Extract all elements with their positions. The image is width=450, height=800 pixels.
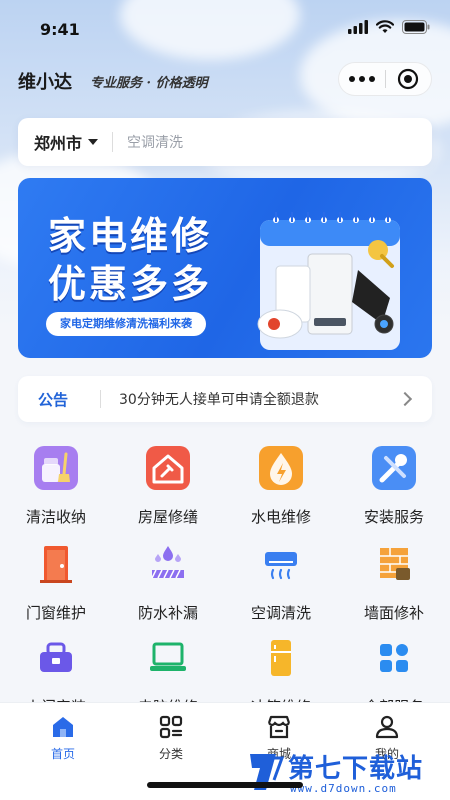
search-bar: 郑州市 空调清洗 (18, 118, 432, 166)
service-label: 防水补漏 (137, 604, 198, 622)
battery-icon (402, 20, 430, 34)
search-input[interactable]: 空调清洗 (127, 132, 183, 152)
profile-icon (375, 715, 399, 739)
banner-title-line2: 优惠多多 (48, 262, 213, 306)
close-miniprogram-button[interactable] (385, 68, 431, 90)
service-label: 墙面修补 (363, 604, 424, 622)
service-item-wall-repair[interactable]: 墙面修补 (338, 536, 450, 626)
computer-icon (150, 642, 186, 671)
status-bar: 9:41 (0, 0, 450, 56)
wifi-icon (376, 20, 394, 33)
air-conditioner-icon (265, 552, 297, 580)
service-item-door[interactable]: 门窗维护 (0, 536, 112, 626)
door-icon (40, 546, 72, 583)
tab-label: 分类 (158, 747, 183, 761)
service-item-waterproof[interactable]: 防水补漏 (112, 536, 224, 626)
service-label: 空调清洗 (250, 604, 311, 622)
status-icons (348, 20, 430, 34)
watermark-name: 第七下载站 (288, 754, 424, 784)
site-watermark: 第七下载站 www.d7down.com (244, 746, 444, 798)
announcement-bar[interactable]: 公告 30分钟无人接单可申请全额退款 (18, 376, 432, 422)
city-name: 郑州市 (34, 134, 83, 153)
announcement-tag: 公告 (38, 390, 69, 409)
status-time: 9:41 (40, 20, 80, 39)
service-item-house-repair[interactable]: 房屋修缮 (112, 440, 224, 530)
brand-slogan: 专业服务 · 价格透明 (90, 76, 208, 91)
chevron-right-icon (397, 391, 413, 407)
service-item-air-conditioner[interactable]: 空调清洗 (225, 536, 337, 626)
fridge-icon (271, 640, 291, 676)
cleaning-icon (34, 446, 78, 490)
caret-down-icon (88, 139, 99, 145)
install-tools-icon (372, 446, 416, 490)
service-label: 门窗维护 (25, 604, 86, 622)
house-repair-icon (146, 446, 190, 490)
app-header: 维小达 专业服务 · 价格透明 (0, 60, 450, 102)
shop-icon (267, 715, 291, 739)
tab-label: 首页 (50, 747, 75, 761)
banner-subtitle-pill: 家电定期维修清洗福利来袭 (46, 312, 206, 336)
city-selector[interactable]: 郑州市 (18, 130, 99, 154)
all-services-icon (380, 644, 408, 672)
service-item-cleaning[interactable]: 清洁收纳 (0, 440, 112, 530)
home-icon (53, 717, 73, 737)
watermark-url: www.d7down.com (290, 782, 397, 795)
service-label: 清洁收纳 (25, 508, 86, 526)
more-menu-button[interactable] (339, 76, 385, 82)
brand-name: 维小达 (18, 72, 72, 93)
target-icon (398, 68, 419, 90)
miniprogram-capsule (338, 62, 432, 96)
service-item-install[interactable]: 安装服务 (338, 440, 450, 530)
wall-repair-icon (380, 548, 410, 580)
appliance-calendar-illustration (257, 212, 400, 350)
banner-title-line1: 家电维修 (48, 214, 213, 258)
tab-home[interactable]: 首页 (7, 709, 119, 763)
water-electric-icon (259, 446, 303, 490)
home-indicator[interactable] (147, 782, 303, 788)
waterproof-icon (151, 546, 184, 579)
announcement-text: 30分钟无人接单可申请全额退款 (119, 392, 319, 408)
promo-banner[interactable]: 家电维修 优惠多多 家电定期维修清洗福利来袭 (18, 178, 432, 358)
banner-title: 家电维修 优惠多多 (48, 212, 212, 308)
service-label: 房屋修缮 (137, 508, 198, 526)
service-item-water-electric[interactable]: 水电维修 (225, 440, 337, 530)
signal-icon (348, 20, 368, 34)
service-label: 安装服务 (363, 508, 424, 526)
onsite-install-icon (40, 642, 72, 672)
category-icon (159, 715, 183, 739)
tab-category[interactable]: 分类 (115, 709, 227, 763)
service-label: 水电维修 (250, 508, 311, 526)
